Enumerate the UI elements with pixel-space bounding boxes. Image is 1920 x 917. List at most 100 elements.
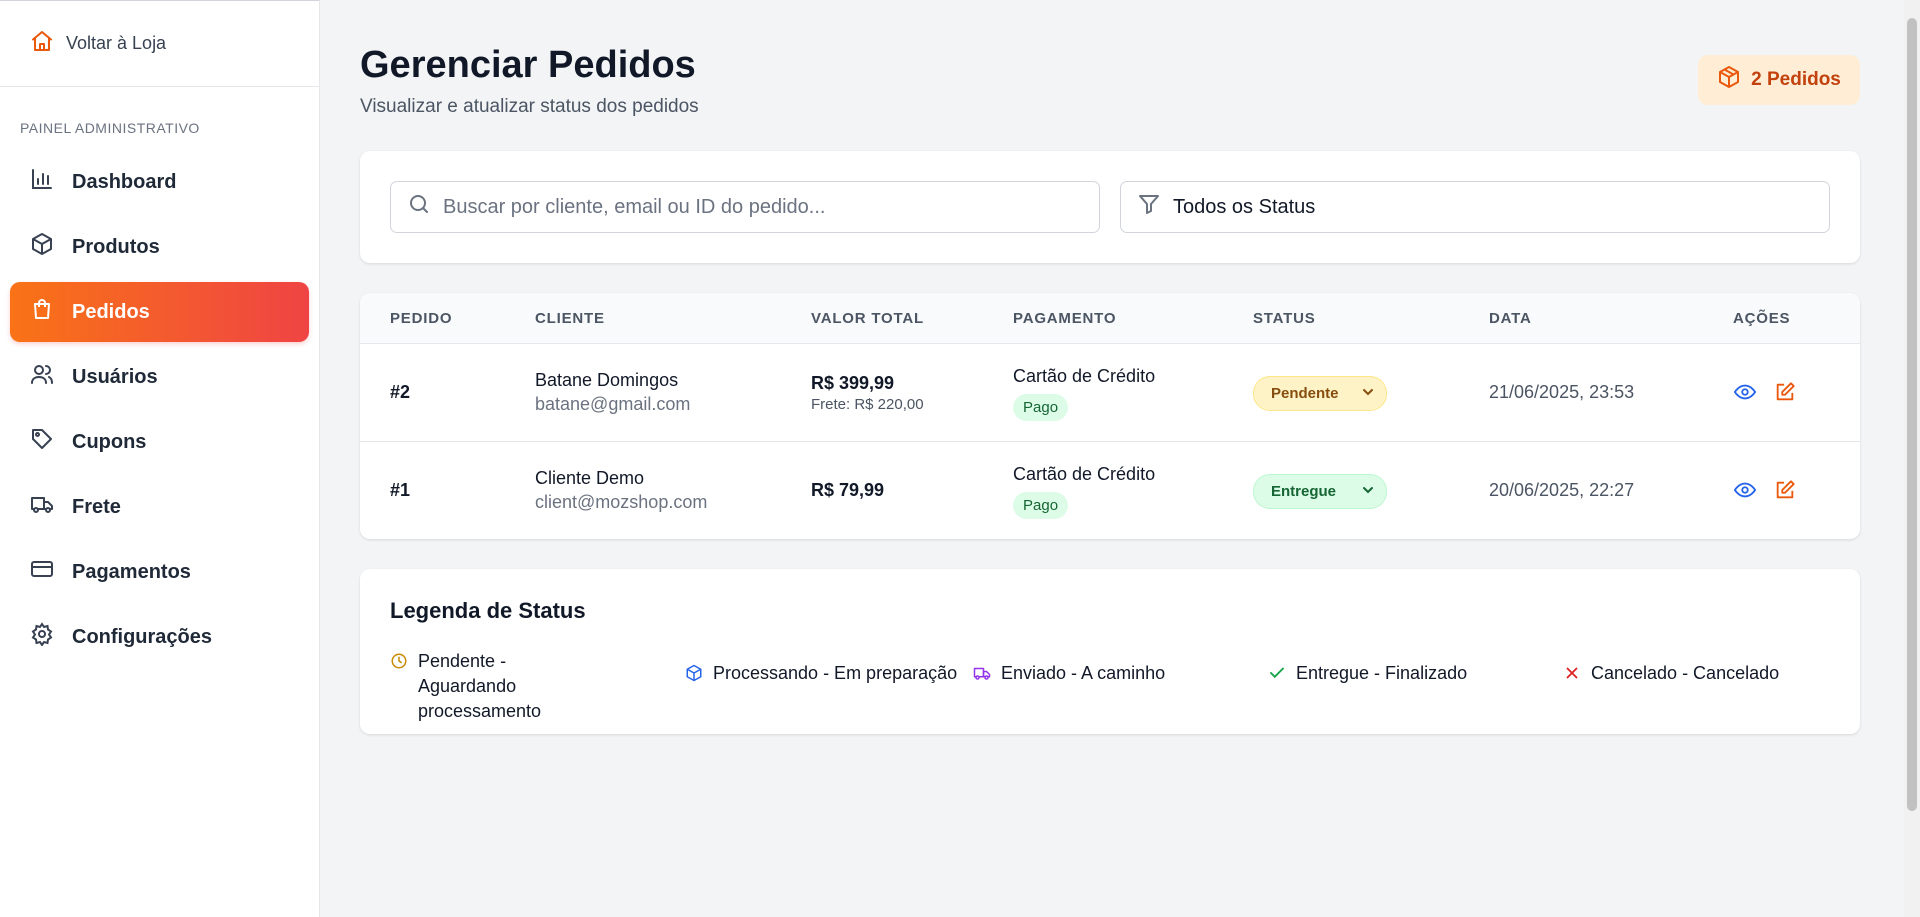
back-to-store-link[interactable]: Voltar à Loja	[0, 1, 319, 87]
page-subtitle: Visualizar e atualizar status dos pedido…	[360, 96, 699, 117]
eye-icon	[1733, 384, 1757, 407]
chevron-down-icon	[1360, 384, 1376, 404]
column-header-pagamento: PAGAMENTO	[1013, 310, 1117, 327]
sidebar-item-pedidos[interactable]: Pedidos	[10, 282, 309, 342]
payment-method: Cartão de Crédito	[1013, 464, 1156, 484]
sidebar-item-produtos[interactable]: Produtos	[10, 217, 309, 277]
customer-email: batane@gmail.com	[535, 394, 691, 414]
sidebar-item-label: Frete	[72, 495, 121, 518]
edit-order-button[interactable]	[1774, 381, 1798, 405]
sidebar-item-label: Pedidos	[72, 300, 150, 323]
sidebar-item-frete[interactable]: Frete	[10, 477, 309, 537]
x-icon	[1563, 661, 1581, 689]
package-icon	[30, 232, 54, 262]
payment-status-badge: Pago	[1013, 394, 1069, 421]
sidebar-section-title: PAINEL ADMINISTRATIVO	[20, 120, 200, 136]
filter-icon	[1137, 192, 1161, 222]
sidebar: Voltar à Loja PAINEL ADMINISTRATIVO Dash…	[0, 0, 320, 917]
search-icon	[407, 192, 431, 222]
sidebar-item-usuarios[interactable]: Usuários	[10, 347, 309, 407]
package-icon	[1717, 65, 1741, 95]
sidebar-item-cupons[interactable]: Cupons	[10, 412, 309, 472]
order-id: #1	[390, 480, 411, 500]
order-date: 20/06/2025, 22:27	[1489, 480, 1635, 500]
home-icon	[30, 29, 54, 58]
payment-status-badge: Pago	[1013, 492, 1069, 519]
view-order-button[interactable]	[1733, 479, 1758, 505]
legend-item-label: Cancelado - Cancelado	[1591, 663, 1780, 683]
sidebar-item-label: Cupons	[72, 430, 147, 453]
sidebar-item-dashboard[interactable]: Dashboard	[10, 152, 309, 212]
view-order-button[interactable]	[1733, 381, 1758, 407]
payment-method: Cartão de Crédito	[1013, 366, 1156, 386]
bar-chart-icon	[30, 167, 54, 197]
order-total: R$ 399,99	[811, 373, 895, 393]
legend-item-enviado: Enviado - A caminho	[973, 661, 1165, 689]
credit-card-icon	[30, 557, 54, 587]
filters-card: Todos os Status	[360, 151, 1860, 263]
package-icon	[685, 661, 703, 689]
orders-table: PEDIDO CLIENTE VALOR TOTAL PAGAMENTO STA…	[360, 293, 1860, 539]
order-freight: Frete: R$ 220,00	[811, 396, 924, 413]
edit-icon	[1774, 480, 1796, 505]
order-date: 21/06/2025, 23:53	[1489, 382, 1635, 402]
column-header-valor-total: VALOR TOTAL	[811, 310, 924, 327]
shopping-bag-icon	[30, 297, 54, 327]
order-status-select[interactable]: Entregue	[1253, 474, 1387, 509]
legend-item-label: Entregue - Finalizado	[1296, 663, 1468, 683]
legend-item-entregue: Entregue - Finalizado	[1268, 661, 1467, 689]
clock-icon	[390, 649, 408, 677]
customer-name: Cliente Demo	[535, 468, 645, 488]
users-icon	[30, 362, 54, 392]
sidebar-item-label: Usuários	[72, 365, 158, 388]
truck-icon	[973, 661, 991, 689]
status-filter-select[interactable]: Todos os Status	[1120, 181, 1830, 233]
edit-icon	[1774, 382, 1796, 407]
table-row: #1 Cliente Demo client@mozshop.com R$ 79…	[360, 442, 1860, 539]
legend-item-label: Processando - Em preparação	[713, 663, 958, 683]
sidebar-item-label: Produtos	[72, 235, 160, 258]
legend-item-processando: Processando - Em preparação	[685, 661, 957, 689]
legend-item-cancelado: Cancelado - Cancelado	[1563, 661, 1779, 689]
scrollbar-thumb[interactable]	[1907, 18, 1917, 811]
orders-count-label: 2 Pedidos	[1751, 69, 1841, 90]
column-header-status: STATUS	[1253, 310, 1316, 327]
column-header-acoes: AÇÕES	[1733, 310, 1791, 327]
search-field[interactable]	[390, 181, 1100, 233]
customer-name: Batane Domingos	[535, 370, 679, 390]
gear-icon	[30, 622, 54, 652]
column-header-data: DATA	[1489, 310, 1532, 327]
table-row: #2 Batane Domingos batane@gmail.com R$ 3…	[360, 344, 1860, 442]
check-icon	[1268, 661, 1286, 689]
sidebar-item-pagamentos[interactable]: Pagamentos	[10, 542, 309, 602]
page-title: Gerenciar Pedidos	[360, 44, 696, 86]
order-id: #2	[390, 382, 411, 402]
legend-item-pendente: Pendente - Aguardando processamento	[390, 649, 600, 724]
sidebar-item-label: Configurações	[72, 625, 213, 648]
order-total: R$ 79,99	[811, 480, 885, 500]
customer-email: client@mozshop.com	[535, 492, 708, 512]
column-header-cliente: CLIENTE	[535, 310, 605, 327]
back-to-store-label: Voltar à Loja	[66, 33, 167, 53]
order-status-select[interactable]: Pendente	[1253, 376, 1387, 411]
eye-icon	[1733, 482, 1757, 505]
status-legend-card: Legenda de Status Pendente - Aguardando …	[360, 569, 1860, 734]
order-status-value: Pendente	[1271, 385, 1339, 402]
table-header: PEDIDO CLIENTE VALOR TOTAL PAGAMENTO STA…	[360, 293, 1860, 344]
status-filter-value: Todos os Status	[1173, 195, 1316, 218]
page-scrollbar[interactable]	[1904, 0, 1920, 917]
order-status-value: Entregue	[1271, 483, 1337, 500]
sidebar-item-configuracoes[interactable]: Configurações	[10, 607, 309, 667]
legend-item-label: Pendente - Aguardando processamento	[418, 651, 542, 721]
orders-count-badge: 2 Pedidos	[1698, 55, 1860, 105]
legend-items: Pendente - Aguardando processamento Proc…	[390, 649, 1830, 721]
legend-title: Legenda de Status	[390, 598, 586, 623]
column-header-pedido: PEDIDO	[390, 310, 453, 327]
edit-order-button[interactable]	[1774, 479, 1798, 503]
sidebar-item-label: Pagamentos	[72, 560, 191, 583]
sidebar-nav: Dashboard Produtos Pedidos Usuários Cupo…	[0, 152, 319, 667]
truck-icon	[30, 492, 54, 522]
sidebar-item-label: Dashboard	[72, 170, 177, 193]
chevron-down-icon	[1360, 482, 1376, 502]
search-input[interactable]	[443, 195, 1099, 219]
